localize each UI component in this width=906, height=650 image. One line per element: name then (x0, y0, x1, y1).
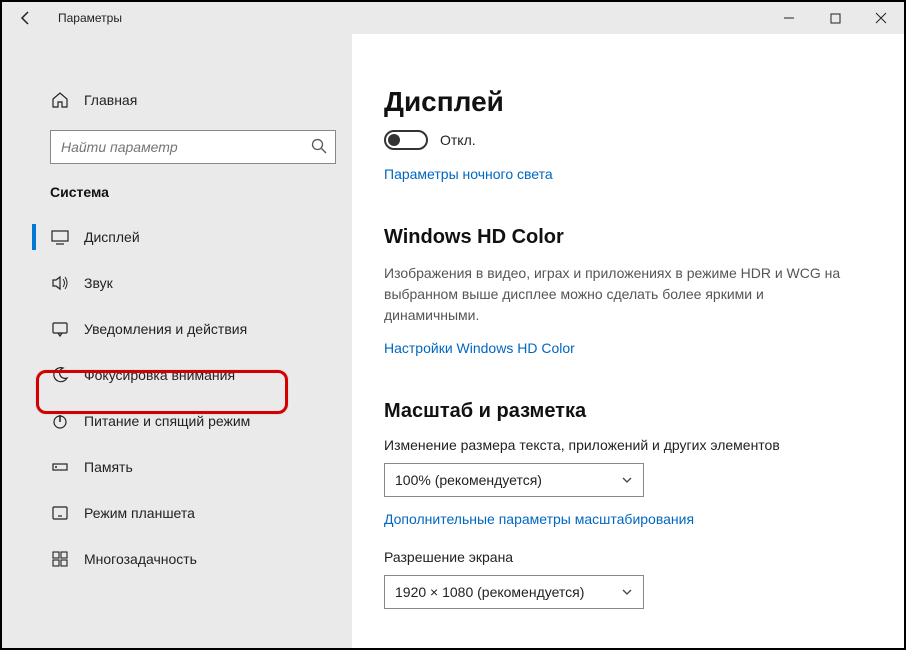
night-light-toggle-row: Откл. (384, 130, 872, 150)
window-controls (766, 2, 904, 34)
sidebar-item-multitask[interactable]: Многозадачность (2, 536, 352, 582)
notification-icon (50, 319, 70, 339)
toggle-knob (388, 134, 400, 146)
night-light-toggle[interactable] (384, 130, 428, 150)
home-link[interactable]: Главная (2, 82, 352, 118)
chevron-down-icon (621, 474, 633, 486)
multitask-icon (50, 549, 70, 569)
sidebar-item-label: Режим планшета (84, 505, 195, 521)
resolution-field-label: Разрешение экрана (384, 549, 872, 565)
hd-color-heading: Windows HD Color (384, 226, 872, 249)
sidebar-item-power[interactable]: Питание и спящий режим (2, 398, 352, 444)
sidebar-item-label: Фокусировка внимания (84, 367, 235, 383)
window-title: Параметры (58, 11, 122, 25)
monitor-icon (50, 227, 70, 247)
scale-field-label: Изменение размера текста, приложений и д… (384, 437, 872, 453)
maximize-icon (830, 13, 841, 24)
sidebar-item-label: Звук (84, 275, 113, 291)
toggle-state-label: Откл. (440, 132, 476, 148)
scale-dropdown-value: 100% (рекомендуется) (395, 472, 542, 488)
home-icon (50, 90, 70, 110)
sidebar-item-sound[interactable]: Звук (2, 260, 352, 306)
chevron-down-icon (621, 586, 633, 598)
maximize-button[interactable] (812, 2, 858, 34)
sidebar-section-heading: Система (2, 184, 352, 214)
sidebar-item-storage[interactable]: Память (2, 444, 352, 490)
sidebar-item-display[interactable]: Дисплей (2, 214, 352, 260)
hd-color-settings-link[interactable]: Настройки Windows HD Color (384, 340, 575, 356)
sidebar-item-tablet[interactable]: Режим планшета (2, 490, 352, 536)
search-icon (310, 137, 328, 160)
storage-icon (50, 457, 70, 477)
arrow-left-icon (18, 10, 34, 26)
minimize-icon (783, 12, 795, 24)
hd-color-description: Изображения в видео, играх и приложениях… (384, 263, 844, 326)
sidebar-item-label: Дисплей (84, 229, 140, 245)
advanced-scaling-link[interactable]: Дополнительные параметры масштабирования (384, 511, 694, 527)
back-button[interactable] (2, 2, 50, 34)
titlebar: Параметры (2, 2, 904, 34)
search-container (50, 130, 336, 164)
minimize-button[interactable] (766, 2, 812, 34)
sidebar-item-focus[interactable]: Фокусировка внимания (2, 352, 352, 398)
scale-heading: Масштаб и разметка (384, 400, 872, 423)
close-icon (875, 12, 887, 24)
sidebar-item-label: Питание и спящий режим (84, 413, 250, 429)
search-input[interactable] (50, 130, 336, 164)
content-area: Дисплей Откл. Параметры ночного света Wi… (352, 34, 904, 648)
scale-dropdown[interactable]: 100% (рекомендуется) (384, 463, 644, 497)
tablet-icon (50, 503, 70, 523)
home-label: Главная (84, 92, 137, 108)
moon-icon (50, 365, 70, 385)
resolution-dropdown[interactable]: 1920 × 1080 (рекомендуется) (384, 575, 644, 609)
sidebar-item-label: Уведомления и действия (84, 321, 247, 337)
resolution-dropdown-value: 1920 × 1080 (рекомендуется) (395, 584, 584, 600)
page-title: Дисплей (384, 86, 872, 118)
night-light-settings-link[interactable]: Параметры ночного света (384, 166, 553, 182)
sidebar-item-label: Память (84, 459, 133, 475)
power-icon (50, 411, 70, 431)
sidebar: Главная Система Дисплей Звук Уведо (2, 34, 352, 648)
sidebar-item-notifications[interactable]: Уведомления и действия (2, 306, 352, 352)
close-button[interactable] (858, 2, 904, 34)
speaker-icon (50, 273, 70, 293)
sidebar-item-label: Многозадачность (84, 551, 197, 567)
